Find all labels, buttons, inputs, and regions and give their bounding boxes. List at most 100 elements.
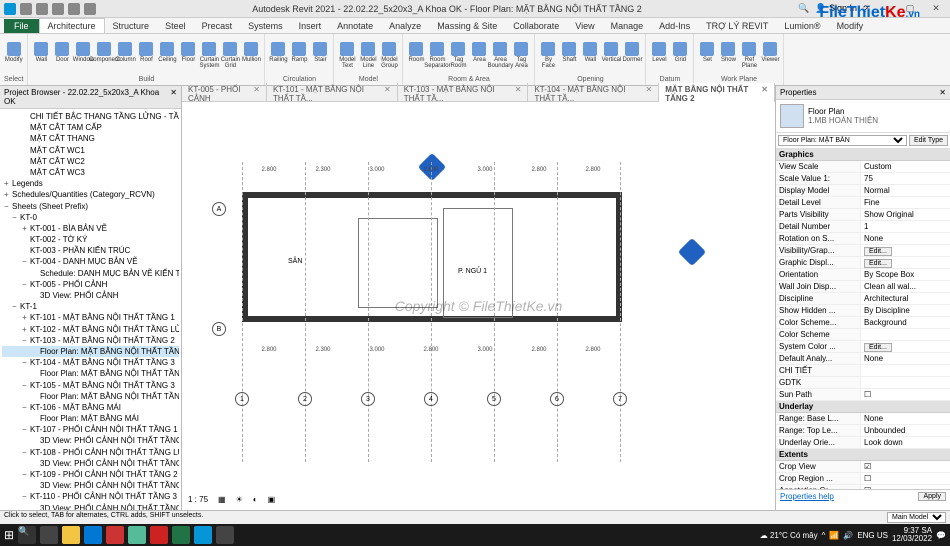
explorer-icon[interactable]	[62, 526, 80, 544]
grid-bubble[interactable]: 5	[487, 392, 501, 406]
property-value[interactable]	[861, 329, 950, 340]
tree-item[interactable]: −KT-004 - DANH MỤC BẢN VẼ	[2, 256, 179, 267]
ribbon-tab-addins[interactable]: Add-Ins	[651, 19, 698, 33]
property-row[interactable]: Scale Value 1:75	[776, 173, 950, 185]
property-value[interactable]: ☑	[861, 485, 950, 489]
instance-selector[interactable]: Floor Plan: MẶT BẰN	[778, 135, 907, 146]
railing-button[interactable]: Railing	[269, 42, 287, 70]
property-row[interactable]: Color Scheme...Background	[776, 317, 950, 329]
close-icon[interactable]: ✕	[384, 85, 391, 103]
roof-button[interactable]: Roof	[137, 42, 155, 70]
tagarea-button[interactable]: Tag Area	[512, 42, 530, 70]
modelgroup-button[interactable]: Model Group	[380, 42, 398, 70]
tree-item[interactable]: −KT-104 - MẶT BẰNG NỘI THẤT TẦNG 3	[2, 357, 179, 368]
grid-line[interactable]	[242, 162, 243, 462]
property-value[interactable]	[861, 365, 950, 376]
property-value[interactable]: Show Original	[861, 209, 950, 220]
properties-help-link[interactable]: Properties help	[780, 492, 834, 501]
tree-item[interactable]: 3D View: PHỐI CẢNH NỘI THẤT TẦNG LỬNG	[2, 458, 179, 469]
property-row[interactable]: Graphic Displ...Edit...	[776, 257, 950, 269]
search-icon[interactable]: 🔍	[798, 3, 809, 14]
shaft-button[interactable]: Shaft	[560, 42, 578, 70]
vertical-button[interactable]: Vertical	[602, 42, 620, 70]
task-view-icon[interactable]	[40, 526, 58, 544]
tree-item[interactable]: MẶT CẮT WC2	[2, 156, 179, 167]
modify-button[interactable]: Modify	[5, 42, 23, 70]
grid-line[interactable]	[368, 162, 369, 462]
grid-line[interactable]	[305, 162, 306, 462]
property-value[interactable]: Look down	[861, 437, 950, 448]
property-row[interactable]: Annotation Cr...☑	[776, 485, 950, 489]
volume-icon[interactable]: 🔊	[843, 531, 853, 540]
property-row[interactable]: View ScaleCustom	[776, 161, 950, 173]
detail-icon[interactable]: ▦	[218, 495, 226, 504]
property-row[interactable]: Rotation on S...None	[776, 233, 950, 245]
byface-button[interactable]: By Face	[539, 42, 557, 70]
property-row[interactable]: Show Hidden ...By Discipline	[776, 305, 950, 317]
app-icon[interactable]	[216, 526, 234, 544]
property-row[interactable]: GDTK	[776, 377, 950, 389]
tree-item[interactable]: KT-003 - PHẦN KIẾN TRÚC	[2, 245, 179, 256]
weather-widget[interactable]: ☁ 21°C Có mây	[760, 531, 818, 540]
close-icon[interactable]: ✕	[515, 85, 522, 103]
revit-icon[interactable]	[194, 526, 212, 544]
property-row[interactable]: System Color ...Edit...	[776, 341, 950, 353]
app-icon[interactable]	[106, 526, 124, 544]
property-row[interactable]: DisciplineArchitectural	[776, 293, 950, 305]
grid-bubble[interactable]: 1	[235, 392, 249, 406]
edit-button[interactable]: Edit...	[864, 343, 892, 352]
tree-item[interactable]: Schedule: DANH MỤC BẢN VẼ KIẾN TRÚC	[2, 268, 179, 279]
ribbon-tab-massingsite[interactable]: Massing & Site	[429, 19, 505, 33]
revit-icon[interactable]	[4, 3, 16, 15]
tree-item[interactable]: 3D View: PHỐI CẢNH	[2, 290, 179, 301]
property-row[interactable]: Detail LevelFine	[776, 197, 950, 209]
property-value[interactable]: Normal	[861, 185, 950, 196]
ramp-button[interactable]: Ramp	[290, 42, 308, 70]
crop-icon[interactable]: ▣	[268, 495, 276, 504]
curtainsystem-button[interactable]: Curtain System	[200, 42, 218, 70]
tree-item[interactable]: Floor Plan: MẶT BẰNG NỘI THẤT TẦNG 3	[2, 391, 179, 402]
edit-type-button[interactable]: Edit Type	[909, 135, 948, 146]
tree-item[interactable]: 3D View: PHỐI CẢNH NỘI THẤT TẦNG 3	[2, 503, 179, 510]
property-value[interactable]: ☐	[861, 389, 950, 400]
property-row[interactable]: Color Scheme	[776, 329, 950, 341]
tree-item[interactable]: −KT-110 - PHỐI CẢNH NỘI THẤT TẦNG 3	[2, 491, 179, 502]
room-button[interactable]: Room	[407, 42, 425, 70]
ceiling-button[interactable]: Ceiling	[158, 42, 176, 70]
dormer-button[interactable]: Dormer	[623, 42, 641, 70]
app-icon[interactable]	[128, 526, 146, 544]
tree-item[interactable]: MẶT CẮT WC3	[2, 167, 179, 178]
ribbon-tab-insert[interactable]: Insert	[291, 19, 330, 33]
property-value[interactable]: Background	[861, 317, 950, 328]
property-row[interactable]: Crop View☑	[776, 461, 950, 473]
property-value[interactable]: Edit...	[861, 257, 950, 268]
property-row[interactable]: Wall Join Disp...Clean all wal...	[776, 281, 950, 293]
column-button[interactable]: Column	[116, 42, 134, 70]
property-value[interactable]: Architectural	[861, 293, 950, 304]
property-row[interactable]: CHI TIẾT	[776, 365, 950, 377]
set-button[interactable]: Set	[698, 42, 716, 70]
wall-button[interactable]: Wall	[581, 42, 599, 70]
property-category[interactable]: Underlay	[776, 401, 950, 413]
ribbon-tab-precast[interactable]: Precast	[194, 19, 241, 33]
close-icon[interactable]: ✕	[170, 88, 177, 106]
door-button[interactable]: Door	[53, 42, 71, 70]
open-icon[interactable]	[20, 3, 32, 15]
notifications-icon[interactable]: 💬	[936, 531, 946, 540]
property-value[interactable]: By Scope Box	[861, 269, 950, 280]
section-marker[interactable]	[678, 238, 706, 266]
viewer-button[interactable]: Viewer	[761, 42, 779, 70]
edit-button[interactable]: Edit...	[864, 247, 892, 256]
roomseparator-button[interactable]: Room Separator	[428, 42, 446, 70]
mullion-button[interactable]: Mullion	[242, 42, 260, 70]
grid-bubble[interactable]: 7	[613, 392, 627, 406]
tree-item[interactable]: −KT-105 - MẶT BẰNG NỘI THẤT TẦNG 3	[2, 380, 179, 391]
search-icon[interactable]: 🔍	[18, 526, 36, 544]
start-button[interactable]: ⊞	[4, 528, 14, 542]
tree-item[interactable]: −KT-109 - PHỐI CẢNH NỘI THẤT TẦNG 2	[2, 469, 179, 480]
tree-item[interactable]: Floor Plan: MẶT BẰNG NỘI THẤT TẦNG 3	[2, 368, 179, 379]
tree-item[interactable]: MẶT CẮT THANG	[2, 133, 179, 144]
property-row[interactable]: Sun Path☐	[776, 389, 950, 401]
curtaingrid-button[interactable]: Curtain Grid	[221, 42, 239, 70]
property-value[interactable]: 75	[861, 173, 950, 184]
